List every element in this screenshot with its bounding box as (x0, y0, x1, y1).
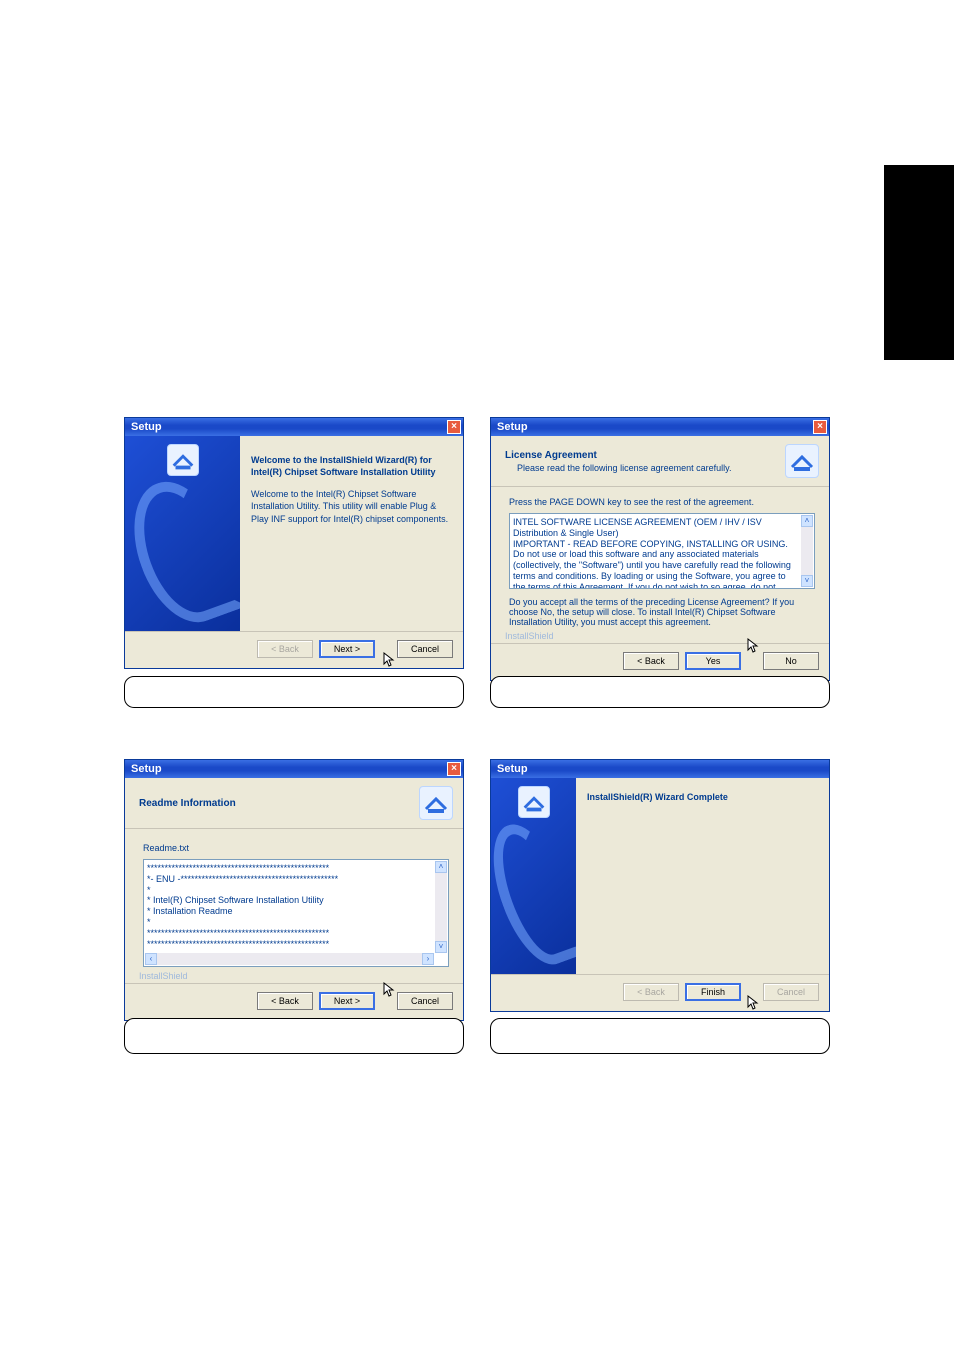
readme-line: *- ENU -********************************… (147, 874, 434, 885)
readme-text-area[interactable]: ****************************************… (143, 859, 449, 967)
cancel-button: Cancel (763, 983, 819, 1001)
vertical-scrollbar[interactable]: ˄ ˅ (435, 861, 447, 953)
button-row: < Back Yes No (491, 643, 829, 680)
vertical-scrollbar[interactable]: ˄ ˅ (801, 515, 813, 587)
button-row: < Back Next > Cancel (125, 631, 463, 668)
yes-button[interactable]: Yes (685, 652, 741, 670)
setup-icon (518, 786, 550, 818)
setup-icon (167, 444, 199, 476)
welcome-paragraph: Welcome to the Intel(R) Chipset Software… (251, 488, 451, 524)
license-title: License Agreement (505, 450, 731, 461)
back-button: < Back (257, 640, 313, 658)
wizard-side-image (125, 436, 240, 631)
window-title: Setup (131, 421, 162, 433)
wizard-welcome-dialog: Setup × Welcome to the InstallShield Wiz… (124, 417, 464, 669)
page-margin-tab (884, 165, 954, 360)
scroll-right-icon[interactable]: › (422, 953, 434, 965)
back-button[interactable]: < Back (623, 652, 679, 670)
next-button[interactable]: Next > (319, 992, 375, 1010)
wizard-content: Welcome to the InstallShield Wizard(R) f… (245, 436, 463, 631)
cancel-button[interactable]: Cancel (397, 640, 453, 658)
close-icon[interactable]: × (447, 762, 461, 776)
finish-button[interactable]: Finish (685, 983, 741, 1001)
header-bar: Readme Information (125, 778, 463, 829)
caption-step3 (124, 1018, 464, 1054)
scroll-up-icon[interactable]: ˄ (801, 515, 813, 527)
close-icon[interactable]: × (447, 420, 461, 434)
scroll-up-icon[interactable]: ˄ (435, 861, 447, 873)
back-button: < Back (623, 983, 679, 1001)
caption-step1 (124, 676, 464, 708)
wizard-side-image (491, 778, 576, 974)
wizard-content: InstallShield(R) Wizard Complete (581, 778, 829, 974)
license-line: INTEL SOFTWARE LICENSE AGREEMENT (OEM / … (513, 517, 800, 539)
readme-line: * Intel(R) Chipset Software Installation… (147, 895, 434, 906)
back-button[interactable]: < Back (257, 992, 313, 1010)
readme-line: ****************************************… (147, 939, 434, 950)
window-title: Setup (497, 421, 528, 433)
installshield-brand: InstallShield (125, 971, 463, 983)
caption-step4 (490, 1018, 830, 1054)
button-row: < Back Next > Cancel (125, 983, 463, 1020)
license-line: IMPORTANT - READ BEFORE COPYING, INSTALL… (513, 539, 800, 550)
no-button[interactable]: No (763, 652, 819, 670)
pagedown-hint: Press the PAGE DOWN key to see the rest … (509, 497, 815, 507)
window-title: Setup (497, 763, 528, 775)
caption-step2 (490, 676, 830, 708)
license-dialog: Setup × License Agreement Please read th… (490, 417, 830, 681)
setup-icon (785, 444, 819, 478)
readme-line: * (147, 885, 434, 896)
setup-icon (419, 786, 453, 820)
cancel-button[interactable]: Cancel (397, 992, 453, 1010)
readme-label: Readme.txt (143, 843, 449, 853)
scroll-down-icon[interactable]: ˅ (801, 575, 813, 587)
readme-title: Readme Information (139, 798, 236, 809)
titlebar[interactable]: Setup × (125, 418, 463, 436)
welcome-heading-line2: Intel(R) Chipset Software Installation U… (251, 467, 436, 477)
button-row: < Back Finish Cancel (491, 974, 829, 1011)
license-subtitle: Please read the following license agreem… (505, 463, 731, 473)
readme-line: * Installation Readme (147, 906, 434, 917)
readme-line: * (147, 917, 434, 928)
scroll-left-icon[interactable]: ‹ (145, 953, 157, 965)
installshield-brand: InstallShield (491, 631, 829, 643)
readme-line: ****************************************… (147, 928, 434, 939)
scroll-down-icon[interactable]: ˅ (435, 941, 447, 953)
header-bar: License Agreement Please read the follow… (491, 436, 829, 487)
welcome-heading-line1: Welcome to the InstallShield Wizard(R) f… (251, 455, 432, 465)
wizard-complete-dialog: Setup InstallShield(R) Wizard Complete <… (490, 759, 830, 1012)
window-title: Setup (131, 763, 162, 775)
readme-line: ****************************************… (147, 863, 434, 874)
titlebar[interactable]: Setup × (125, 760, 463, 778)
complete-heading: InstallShield(R) Wizard Complete (587, 792, 817, 802)
accept-question: Do you accept all the terms of the prece… (509, 597, 815, 627)
license-line: Do not use or load this software and any… (513, 549, 800, 589)
titlebar[interactable]: Setup (491, 760, 829, 778)
close-icon[interactable]: × (813, 420, 827, 434)
license-text-area[interactable]: INTEL SOFTWARE LICENSE AGREEMENT (OEM / … (509, 513, 815, 589)
horizontal-scrollbar[interactable]: ‹ › (145, 953, 434, 965)
readme-dialog: Setup × Readme Information Readme.txt **… (124, 759, 464, 1021)
titlebar[interactable]: Setup × (491, 418, 829, 436)
next-button[interactable]: Next > (319, 640, 375, 658)
